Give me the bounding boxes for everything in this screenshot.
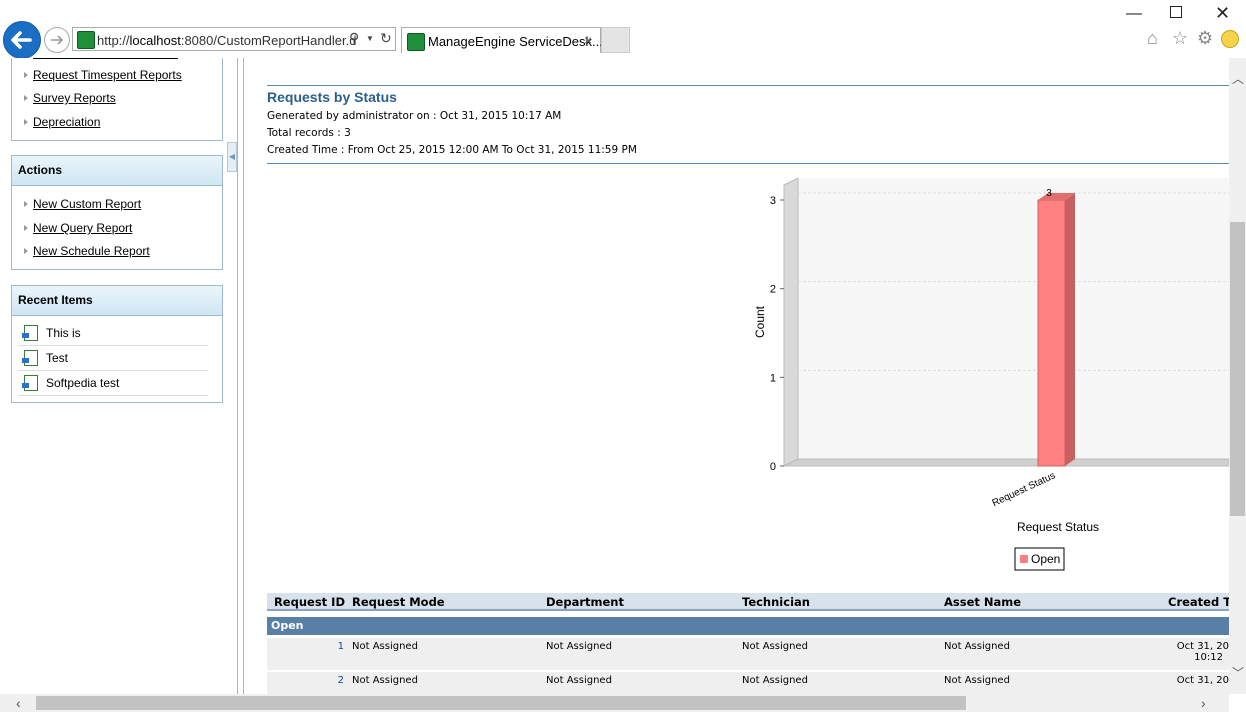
refresh-icon[interactable]: ↻ bbox=[380, 30, 392, 47]
request-icon bbox=[22, 325, 38, 341]
cell-request-mode: Not Assigned bbox=[348, 638, 542, 670]
column-header-created-time[interactable]: Created Ti bbox=[1143, 593, 1229, 611]
site-favicon-icon bbox=[77, 31, 95, 49]
column-header-department[interactable]: Department bbox=[542, 593, 738, 611]
divider bbox=[267, 85, 1229, 86]
cell-asset-name: Not Assigned bbox=[940, 638, 1143, 670]
report-created-time: Created Time : From Oct 25, 2015 12:00 A… bbox=[267, 144, 637, 156]
tab-title: ManageEngine ServiceDesk... bbox=[428, 34, 603, 49]
cell-department: Not Assigned bbox=[542, 638, 738, 670]
bullet-icon bbox=[24, 72, 28, 78]
clipped-link-underline bbox=[33, 58, 178, 59]
scroll-right-icon[interactable]: › bbox=[1201, 695, 1206, 711]
splitter-line bbox=[243, 58, 244, 694]
recent-item[interactable]: Test bbox=[18, 346, 208, 371]
report-total-records: Total records : 3 bbox=[267, 127, 351, 139]
bar-data-label: 3 bbox=[1046, 188, 1052, 199]
search-icon[interactable]: ⚲ bbox=[349, 30, 359, 47]
tab-servicedesk[interactable]: ManageEngine ServiceDesk... × bbox=[401, 27, 603, 53]
y-tick-label: 3 bbox=[770, 195, 776, 207]
maximize-icon[interactable] bbox=[1170, 6, 1182, 18]
settings-gear-icon[interactable]: ⚙ bbox=[1197, 28, 1213, 49]
y-tick-label: 2 bbox=[770, 284, 776, 296]
home-icon[interactable]: ⌂ bbox=[1147, 28, 1158, 49]
recent-item-label: Test bbox=[46, 351, 69, 365]
column-header-request-id[interactable]: Request ID bbox=[267, 593, 348, 611]
browser-chrome: http://localhost:8080/CustomReportHandle… bbox=[0, 0, 1246, 59]
arrow-left-icon bbox=[11, 31, 32, 49]
vertical-scroll-thumb[interactable] bbox=[1230, 222, 1245, 516]
tab-close-icon[interactable]: × bbox=[584, 32, 592, 48]
request-icon bbox=[22, 375, 38, 391]
scroll-down-icon[interactable]: ﹀ bbox=[1232, 664, 1244, 681]
cell-technician: Not Assigned bbox=[738, 638, 940, 670]
link-new-schedule-report[interactable]: New Schedule Report bbox=[33, 244, 150, 258]
bullet-icon bbox=[24, 95, 28, 101]
bullet-icon bbox=[24, 119, 28, 125]
address-bar[interactable]: http://localhost:8080/CustomReportHandle… bbox=[72, 27, 396, 51]
reports-panel: Request Timespent Reports Survey Reports… bbox=[11, 58, 223, 141]
legend-label: Open bbox=[1031, 552, 1060, 566]
chart-left-wall bbox=[783, 177, 799, 467]
bar-chart: 0 1 2 3 3 Count Request Status Request Stat… bbox=[753, 177, 1229, 571]
column-header-technician[interactable]: Technician bbox=[738, 593, 940, 611]
column-header-asset-name[interactable]: Asset Name bbox=[940, 593, 1143, 611]
actions-panel: Actions New Custom Report New Query Repo… bbox=[11, 155, 223, 270]
link-depreciation[interactable]: Depreciation bbox=[33, 115, 100, 129]
close-icon[interactable]: ✕ bbox=[1215, 3, 1230, 24]
recent-items-title: Recent Items bbox=[12, 286, 222, 316]
splitter-line bbox=[237, 58, 238, 694]
recent-item-label: Softpedia test bbox=[46, 376, 120, 390]
back-button[interactable] bbox=[3, 21, 41, 59]
request-id-link[interactable]: 1 bbox=[267, 638, 348, 670]
bullet-icon bbox=[24, 248, 28, 254]
chart-floor bbox=[783, 458, 1229, 467]
report-generated: Generated by administrator on : Oct 31, … bbox=[267, 110, 562, 122]
scroll-up-icon[interactable]: ︿ bbox=[1232, 70, 1244, 87]
bar-side bbox=[1065, 193, 1075, 466]
bar[interactable] bbox=[1037, 199, 1066, 467]
link-new-custom-report[interactable]: New Custom Report bbox=[33, 197, 141, 211]
site-favicon-icon bbox=[407, 33, 425, 51]
smiley-feedback-icon[interactable] bbox=[1221, 30, 1239, 48]
category-tick-label: Request Status bbox=[991, 470, 1058, 509]
collapse-sidebar-handle[interactable]: ◀ bbox=[227, 142, 237, 172]
recent-item-label: This is bbox=[46, 326, 81, 340]
legend-swatch bbox=[1020, 555, 1028, 563]
minimize-icon[interactable]: — bbox=[1126, 5, 1142, 23]
favorites-star-icon[interactable]: ☆ bbox=[1172, 28, 1188, 49]
address-text: http://localhost:8080/CustomReportHandle… bbox=[97, 33, 357, 48]
link-request-timespent-reports[interactable]: Request Timespent Reports bbox=[33, 68, 182, 82]
report-title: Requests by Status bbox=[267, 89, 397, 105]
new-tab-button[interactable] bbox=[601, 27, 630, 53]
column-header-request-mode[interactable]: Request Mode bbox=[348, 593, 542, 611]
group-row-open: Open bbox=[267, 617, 1229, 635]
actions-title: Actions bbox=[12, 156, 222, 186]
bullet-icon bbox=[24, 225, 28, 231]
divider bbox=[267, 163, 1229, 164]
dropdown-icon[interactable]: ▼ bbox=[366, 34, 374, 43]
recent-item[interactable]: Softpedia test bbox=[18, 371, 208, 396]
bullet-icon bbox=[24, 201, 28, 207]
scroll-left-icon[interactable]: ‹ bbox=[16, 695, 21, 711]
chart-legend: Open bbox=[1014, 547, 1065, 571]
y-axis-label: Count bbox=[753, 305, 767, 338]
request-icon bbox=[22, 350, 38, 366]
x-axis-label: Request Status bbox=[1017, 520, 1099, 534]
y-tick-label: 0 bbox=[770, 461, 776, 473]
horizontal-scroll-thumb[interactable] bbox=[36, 696, 966, 710]
cell-created-time: Oct 31, 20 10:12 bbox=[1143, 638, 1229, 670]
y-tick-label: 1 bbox=[770, 372, 776, 384]
arrow-right-icon bbox=[51, 35, 64, 45]
link-survey-reports[interactable]: Survey Reports bbox=[33, 91, 116, 105]
recent-item[interactable]: This is bbox=[18, 321, 208, 346]
chart-plot-area bbox=[784, 178, 1229, 466]
forward-button[interactable] bbox=[44, 27, 70, 53]
link-new-query-report[interactable]: New Query Report bbox=[33, 221, 132, 235]
recent-items-panel: Recent Items This is Test Softpedia test bbox=[11, 285, 223, 403]
